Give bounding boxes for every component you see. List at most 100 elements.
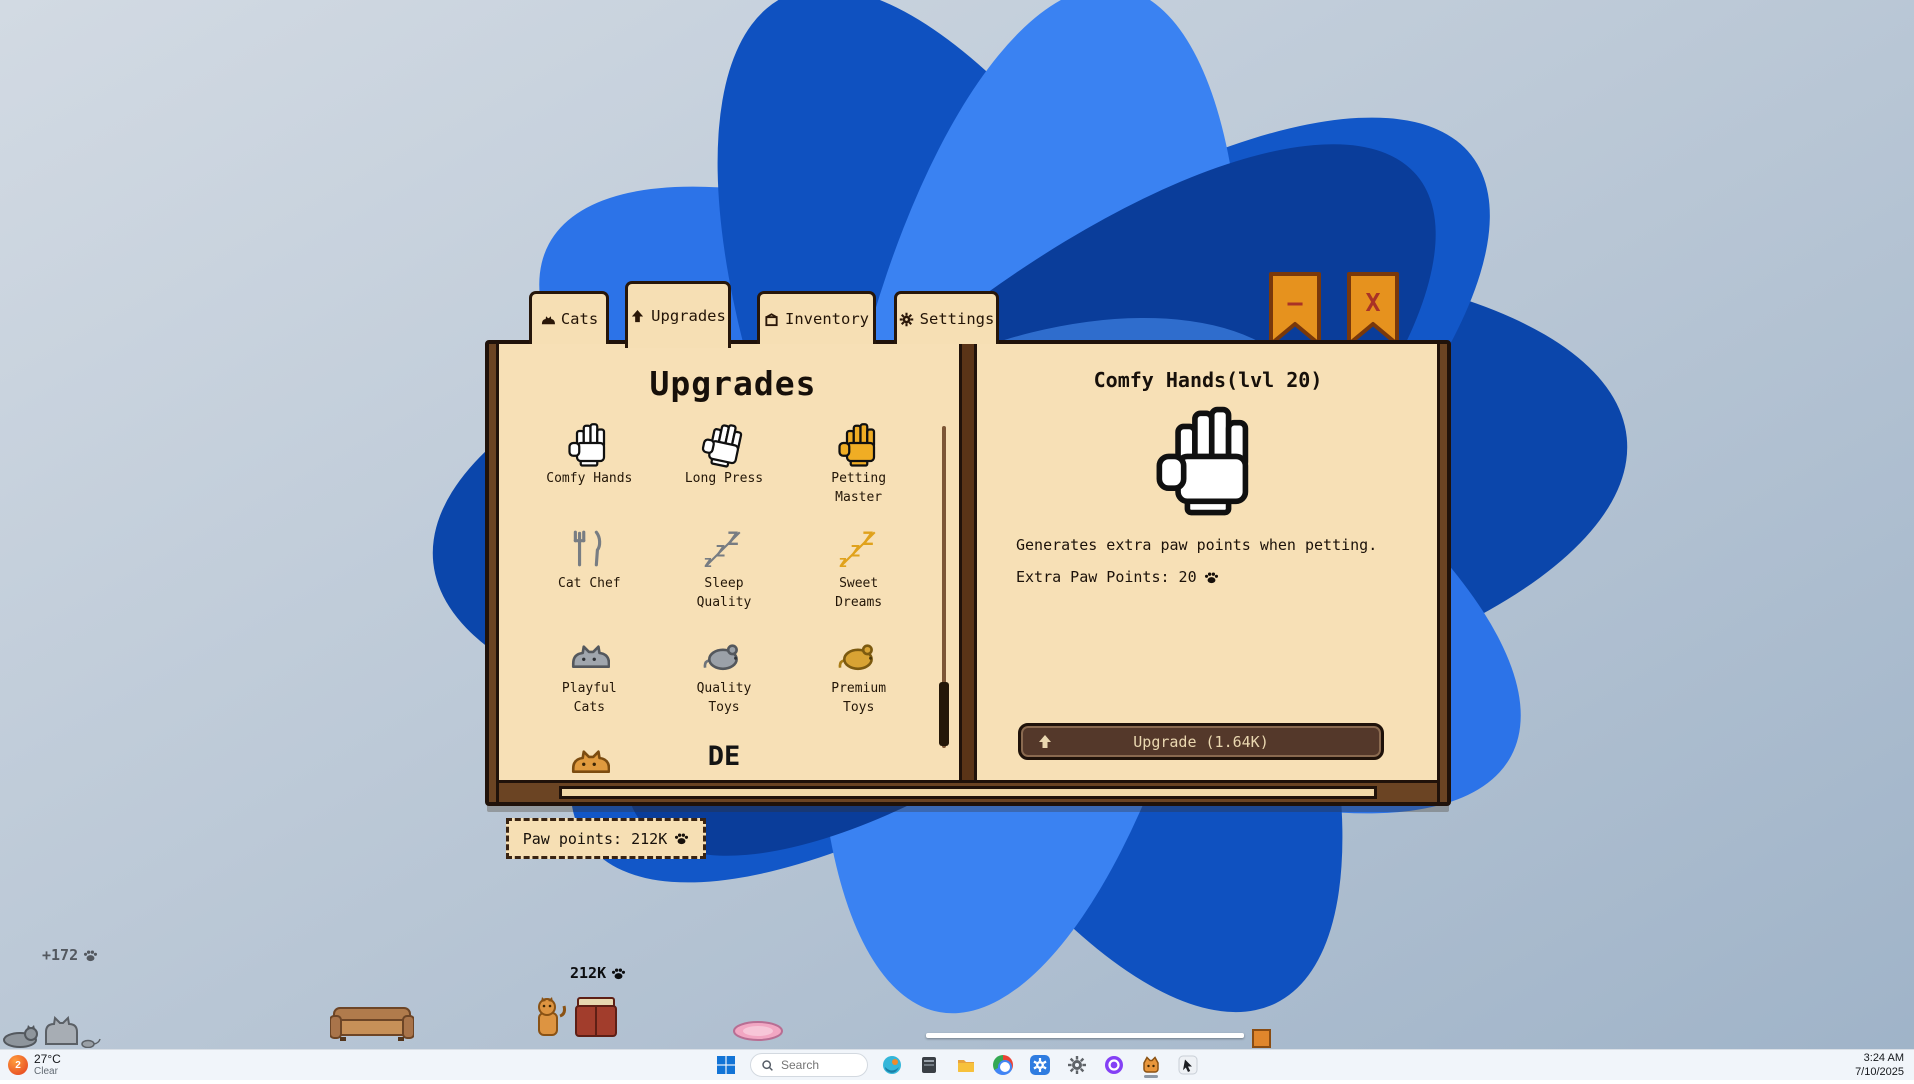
game-window: Upgrades Comfy Hands Long Press Petting … — [485, 340, 1451, 806]
start-button[interactable] — [713, 1052, 739, 1078]
tab-label: Upgrades — [651, 307, 726, 325]
upgrade-stat: Extra Paw Points: 20 — [1016, 568, 1400, 586]
upgrade-item-premium-toys[interactable]: Premium Toys — [813, 630, 905, 735]
tab-label: Cats — [561, 310, 598, 328]
windows-logo-icon — [717, 1056, 735, 1074]
sprite-points-counter: 212K — [570, 964, 626, 982]
book-cover-right — [1437, 344, 1447, 802]
upgrade-item-long-press[interactable]: Long Press — [678, 420, 770, 525]
inventory-box-icon — [764, 312, 779, 327]
cutlery-icon — [568, 527, 610, 569]
zzz-gold-icon: ZZZ — [838, 527, 880, 569]
upgrade-button-label: Upgrade (1.64K) — [1133, 733, 1268, 751]
svg-text:Z: Z — [716, 541, 725, 560]
upgrade-item-sleep-quality[interactable]: ZZZ Sleep Quality — [678, 525, 770, 630]
svg-text:Z: Z — [839, 555, 847, 569]
orange-cat-sprite[interactable] — [532, 996, 566, 1044]
upgrade-arrow-icon — [630, 309, 645, 324]
svg-text:Z: Z — [850, 541, 859, 560]
svg-text:Z: Z — [862, 528, 873, 550]
app-icon-purple[interactable] — [1101, 1052, 1127, 1078]
upgrade-item-label: Playful Cats — [543, 680, 635, 718]
chrome-icon — [993, 1055, 1013, 1075]
floating-points-value: +172 — [42, 946, 78, 964]
taskbar: 2 27°C Clear — [0, 1049, 1914, 1080]
weather-condition: Clear — [34, 1066, 61, 1078]
comfy-hands-icon — [1150, 404, 1266, 520]
upgrade-detail-title: Comfy Hands(lvl 20) — [982, 368, 1434, 392]
pink-bed-sprite[interactable] — [732, 1018, 784, 1046]
minimize-icon: — — [1268, 288, 1322, 317]
tab-cats[interactable]: Cats — [529, 291, 609, 344]
upgrade-description: Generates extra paw points when petting. — [1016, 536, 1400, 554]
sprite-points-value: 212K — [570, 964, 606, 982]
arrow-up-icon — [1037, 734, 1053, 750]
scrollbar-thumb[interactable] — [939, 682, 949, 746]
gray-cat-icon — [568, 632, 610, 674]
toy-mouse-gold-icon — [838, 632, 880, 674]
app-icon-koi[interactable] — [879, 1052, 905, 1078]
app-icon-folder[interactable] — [953, 1052, 979, 1078]
app-icon-chrome[interactable] — [990, 1052, 1016, 1078]
book-sprite[interactable] — [572, 994, 620, 1044]
couch-sprite[interactable] — [330, 1004, 414, 1046]
upgrade-item-label: Sweet Dreams — [813, 575, 905, 613]
book-cover-left — [489, 344, 499, 802]
upgrade-item-comfy-hands[interactable]: Comfy Hands — [543, 420, 635, 525]
gray-cats-sprite[interactable] — [2, 1002, 102, 1052]
upgrade-item-sweet-dreams[interactable]: ZZZ Sweet Dreams — [813, 525, 905, 630]
paw-icon — [1204, 570, 1219, 585]
weather-temperature: 27°C — [34, 1052, 61, 1066]
tab-label: Inventory — [785, 310, 869, 328]
upgrade-item-playful-cats[interactable]: Playful Cats — [543, 630, 635, 735]
tab-label: Settings — [920, 310, 995, 328]
app-icon-blue-gear[interactable] — [1027, 1052, 1053, 1078]
clock-time: 3:24 AM — [1855, 1051, 1904, 1065]
minimize-button[interactable]: — — [1268, 272, 1322, 348]
upgrade-item-label: Comfy Hands — [543, 470, 635, 489]
book-page-stack — [559, 786, 1377, 799]
upgrade-button[interactable]: Upgrade (1.64K) — [1018, 723, 1384, 760]
scrollbar-track[interactable] — [942, 426, 946, 748]
upgrade-item-label: Sleep Quality — [678, 575, 770, 613]
crate-sprite[interactable] — [1252, 1029, 1271, 1048]
close-icon: X — [1346, 288, 1400, 317]
upgrade-item-partial[interactable]: DE — [708, 735, 741, 778]
paw-icon — [83, 948, 98, 963]
toy-mouse-gray-icon — [703, 632, 745, 674]
upgrade-grid: Comfy Hands Long Press Petting Master Ca… — [522, 420, 926, 778]
upgrade-item-label: DE — [708, 741, 741, 772]
search-input[interactable] — [781, 1058, 853, 1072]
upgrade-item-label: Premium Toys — [813, 680, 905, 718]
white-hand-icon — [568, 422, 610, 464]
settings-gear-icon — [899, 312, 914, 327]
app-icon-settings-gear[interactable] — [1064, 1052, 1090, 1078]
floating-points-text: +172 — [42, 946, 98, 964]
app-icon-cat-game[interactable] — [1138, 1052, 1164, 1078]
close-button[interactable]: X — [1346, 272, 1400, 348]
white-bar-sprite — [926, 1033, 1244, 1038]
upgrade-item-petting-master[interactable]: Petting Master — [813, 420, 905, 525]
upgrades-list-page: Upgrades Comfy Hands Long Press Petting … — [502, 344, 964, 780]
upgrade-item-quality-toys[interactable]: Quality Toys — [678, 630, 770, 735]
app-icon-cursor[interactable] — [1175, 1052, 1201, 1078]
taskbar-clock[interactable]: 3:24 AM 7/10/2025 — [1855, 1050, 1904, 1080]
tab-settings[interactable]: Settings — [894, 291, 999, 344]
search-box[interactable] — [750, 1053, 868, 1077]
paw-icon — [674, 831, 689, 846]
paw-points-badge: Paw points: 212K — [506, 818, 706, 859]
weather-widget[interactable]: 2 27°C Clear — [8, 1050, 61, 1080]
page-title: Upgrades — [502, 364, 964, 403]
weather-badge-icon: 2 — [8, 1055, 28, 1075]
white-hand-icon — [699, 420, 749, 468]
app-icon-files[interactable] — [916, 1052, 942, 1078]
upgrade-item-partial[interactable] — [568, 735, 610, 778]
paw-icon — [611, 966, 626, 981]
zzz-gray-icon: ZZZ — [703, 527, 745, 569]
upgrade-item-label: Petting Master — [813, 470, 905, 508]
upgrade-item-cat-chef[interactable]: Cat Chef — [543, 525, 635, 630]
tab-upgrades[interactable]: Upgrades — [625, 281, 731, 348]
tab-inventory[interactable]: Inventory — [757, 291, 876, 344]
paw-points-text: Paw points: 212K — [523, 830, 668, 848]
upgrade-stat-label: Extra Paw Points: 20 — [1016, 568, 1197, 586]
